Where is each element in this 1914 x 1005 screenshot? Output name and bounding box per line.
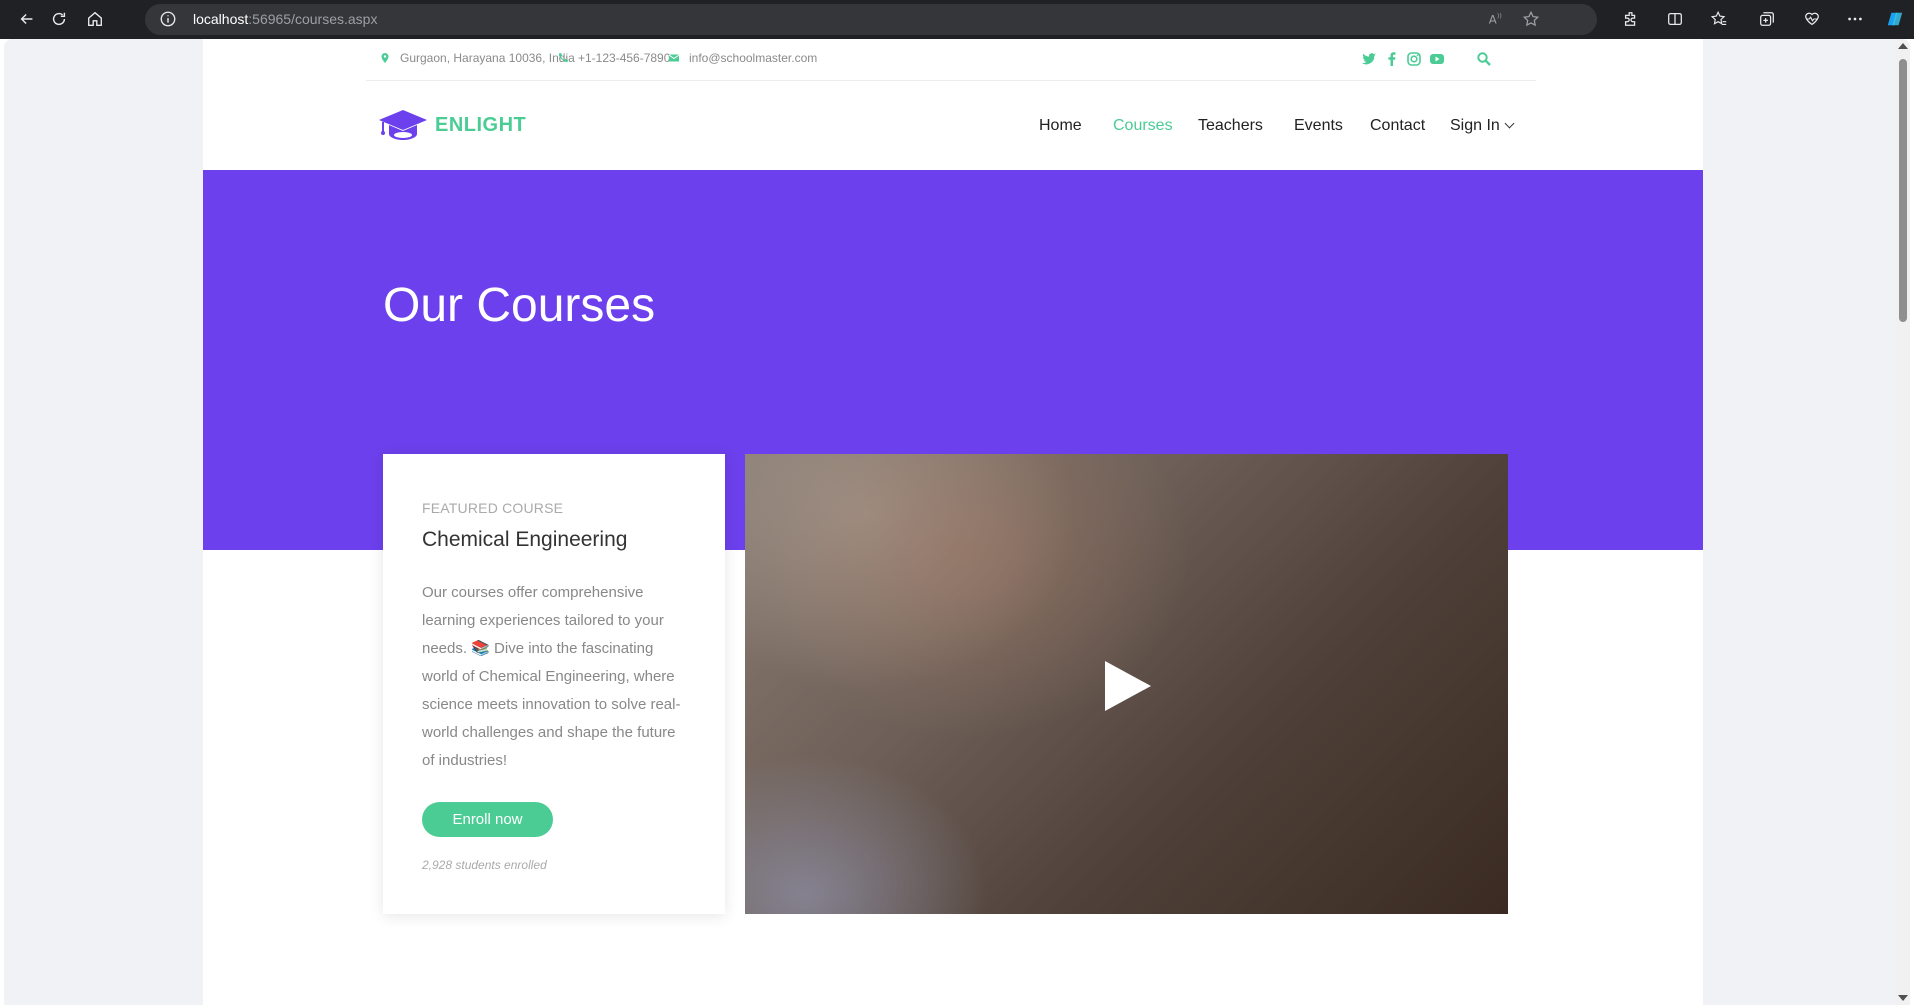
browser-toolbar: localhost:56965/courses.aspx A)) <box>0 0 1914 39</box>
nav-contact[interactable]: Contact <box>1370 117 1425 135</box>
scroll-up-arrow-icon[interactable] <box>1898 43 1908 49</box>
nav-teachers[interactable]: Teachers <box>1198 117 1263 135</box>
address-info: Gurgaon, Harayana 10036, India <box>379 51 575 65</box>
home-icon[interactable] <box>81 5 109 33</box>
instagram-icon[interactable] <box>1405 50 1423 68</box>
split-screen-icon[interactable] <box>1664 8 1686 30</box>
favorite-star-icon[interactable] <box>1520 8 1542 30</box>
phone-icon <box>558 53 568 63</box>
enroll-button[interactable]: Enroll now <box>422 802 553 837</box>
search-icon[interactable] <box>1475 50 1493 68</box>
course-video[interactable] <box>745 454 1508 914</box>
nav-events[interactable]: Events <box>1294 117 1343 135</box>
read-aloud-icon[interactable]: A)) <box>1485 8 1507 30</box>
scroll-thumb[interactable] <box>1899 59 1907 322</box>
chevron-down-icon <box>1504 118 1515 129</box>
facebook-icon[interactable] <box>1383 50 1401 68</box>
nav-courses[interactable]: Courses <box>1113 117 1173 135</box>
course-description: Our courses offer comprehensive learning… <box>422 584 681 769</box>
collections-icon[interactable] <box>1756 8 1778 30</box>
email-text: info@schoolmaster.com <box>689 51 818 65</box>
copilot-icon[interactable] <box>1884 8 1906 30</box>
back-icon[interactable] <box>13 5 41 33</box>
twitter-icon[interactable] <box>1360 50 1378 68</box>
favorites-icon[interactable] <box>1708 8 1730 30</box>
scroll-down-arrow-icon[interactable] <box>1898 995 1908 1001</box>
refresh-icon[interactable] <box>45 5 73 33</box>
envelope-icon <box>668 54 680 62</box>
map-pin-icon <box>381 53 389 63</box>
browser-viewport: Gurgaon, Harayana 10036, India +1-123-45… <box>4 39 1910 1005</box>
address-text: Gurgaon, Harayana 10036, India <box>400 51 575 65</box>
nav-signin-label: Sign In <box>1450 117 1500 134</box>
page-scrollbar[interactable] <box>1896 39 1910 1005</box>
logo-text: ENLIGHT <box>435 113 527 136</box>
page-title: Our Courses <box>383 279 656 332</box>
graduation-cap-icon <box>379 110 427 140</box>
site-logo[interactable]: ENLIGHT <box>377 108 526 142</box>
email-info: info@schoolmaster.com <box>668 51 817 65</box>
extensions-icon[interactable] <box>1620 8 1642 30</box>
play-icon[interactable] <box>1103 659 1153 713</box>
svg-text:)): )) <box>1497 13 1502 20</box>
enrolled-count: 2,928 students enrolled <box>422 858 547 872</box>
featured-label: FEATURED COURSE <box>422 500 564 516</box>
youtube-icon[interactable] <box>1428 50 1446 68</box>
course-title[interactable]: Chemical Engineering <box>422 528 627 552</box>
address-bar[interactable]: localhost:56965/courses.aspx A)) <box>145 4 1597 35</box>
web-page: Gurgaon, Harayana 10036, India +1-123-45… <box>203 39 1703 1005</box>
featured-course-card: FEATURED COURSE Chemical Engineering Our… <box>383 454 725 914</box>
phone-text: +1-123-456-7890 <box>578 51 671 65</box>
url-text: localhost:56965/courses.aspx <box>193 11 378 27</box>
nav-signin[interactable]: Sign In <box>1450 117 1515 135</box>
nav-home[interactable]: Home <box>1039 117 1082 135</box>
phone-info: +1-123-456-7890 <box>557 51 670 65</box>
browser-essentials-icon[interactable] <box>1801 8 1823 30</box>
svg-text:A: A <box>1489 13 1497 27</box>
site-info-icon[interactable] <box>159 10 177 28</box>
more-options-icon[interactable] <box>1844 8 1866 30</box>
contact-topbar: Gurgaon, Harayana 10036, India +1-123-45… <box>366 39 1536 81</box>
